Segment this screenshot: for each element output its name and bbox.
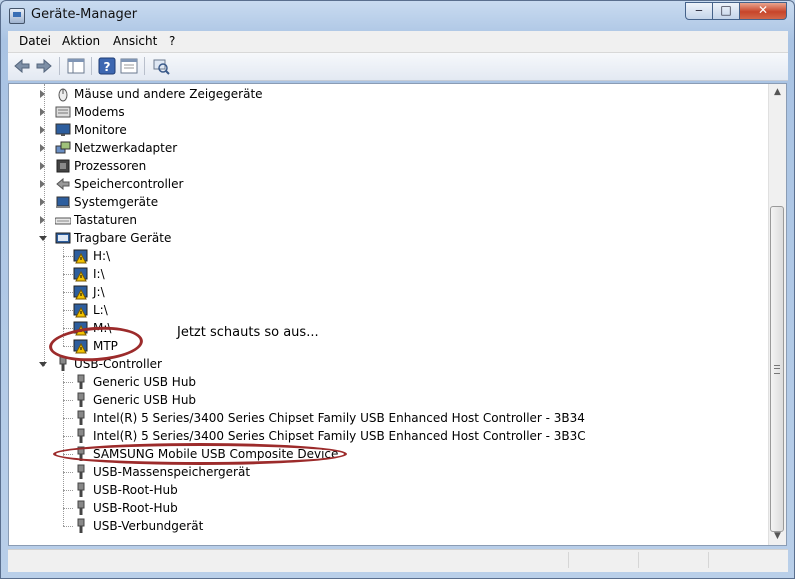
- tree-category-storage[interactable]: Speichercontroller: [9, 175, 769, 193]
- tree-device-l[interactable]: L:\: [9, 301, 769, 319]
- tree-usb-composite[interactable]: USB-Verbundgerät: [9, 517, 769, 535]
- back-arrow-icon[interactable]: [12, 56, 32, 76]
- tree-usb-intel-3b3c[interactable]: Intel(R) 5 Series/3400 Series Chipset Fa…: [9, 427, 769, 445]
- tree-usb-root-hub-2[interactable]: USB-Root-Hub: [9, 499, 769, 517]
- tree-usb-intel-3b34[interactable]: Intel(R) 5 Series/3400 Series Chipset Fa…: [9, 409, 769, 427]
- tree-device-i[interactable]: I:\: [9, 265, 769, 283]
- svg-text:?: ?: [104, 60, 111, 74]
- window-title: Geräte-Manager: [31, 7, 138, 22]
- usb-icon: [77, 518, 85, 533]
- tree-category-network[interactable]: Netzwerkadapter: [9, 139, 769, 157]
- scroll-down-arrow-icon[interactable]: ▼: [769, 528, 786, 545]
- forward-arrow-icon[interactable]: [34, 56, 54, 76]
- tree-device-j[interactable]: J:\: [9, 283, 769, 301]
- usb-icon: [77, 482, 85, 497]
- title-bar[interactable]: Geräte-Manager ‒ □ ✕: [1, 1, 794, 29]
- minimize-button[interactable]: ‒: [685, 2, 713, 20]
- monitor-icon: [55, 123, 71, 136]
- menu-bar: Datei Aktion Ansicht ?: [8, 31, 788, 53]
- scan-hardware-icon[interactable]: [151, 56, 171, 76]
- tree-category-system[interactable]: Systemgeräte: [9, 193, 769, 211]
- tree-category-monitors[interactable]: Monitore: [9, 121, 769, 139]
- menu-help[interactable]: ?: [169, 34, 175, 48]
- close-button[interactable]: ✕: [739, 2, 787, 20]
- device-tree[interactable]: Mäuse und andere Zeigegeräte Modems Moni…: [8, 83, 787, 546]
- usb-icon: [77, 392, 85, 407]
- device-manager-window: Geräte-Manager ‒ □ ✕ Datei Aktion Ansich…: [0, 0, 795, 579]
- usb-icon: [77, 500, 85, 515]
- maximize-button[interactable]: □: [712, 2, 740, 20]
- toolbar: ?: [8, 53, 788, 81]
- tree-device-h[interactable]: H:\: [9, 247, 769, 265]
- status-bar: [8, 549, 788, 572]
- tree-category-modems[interactable]: Modems: [9, 103, 769, 121]
- warning-device-icon: [73, 249, 88, 264]
- menu-aktion[interactable]: Aktion: [62, 34, 100, 48]
- tree-category-keyboards[interactable]: Tastaturen: [9, 211, 769, 229]
- mouse-icon: [58, 88, 68, 102]
- keyboard-icon: [55, 217, 71, 225]
- usb-icon: [77, 374, 85, 389]
- console-tree-icon[interactable]: [66, 56, 86, 76]
- network-adapter-icon: [55, 141, 71, 154]
- vertical-scrollbar[interactable]: ▲ ▼: [768, 84, 786, 545]
- tree-usb-root-hub-1[interactable]: USB-Root-Hub: [9, 481, 769, 499]
- warning-device-icon: [73, 303, 88, 318]
- usb-icon: [77, 464, 85, 479]
- warning-device-icon: [73, 267, 88, 282]
- tree-usb-mass-storage[interactable]: USB-Massenspeichergerät: [9, 463, 769, 481]
- processor-icon: [56, 159, 70, 173]
- tree-category-portable[interactable]: Tragbare Geräte: [9, 229, 769, 247]
- scrollbar-thumb[interactable]: [770, 206, 784, 532]
- properties-icon[interactable]: [119, 56, 139, 76]
- tree-category-processors[interactable]: Prozessoren: [9, 157, 769, 175]
- menu-ansicht[interactable]: Ansicht: [113, 34, 157, 48]
- system-device-icon: [56, 196, 70, 208]
- usb-icon: [77, 428, 85, 443]
- tree-category-mice[interactable]: Mäuse und andere Zeigegeräte: [9, 85, 769, 103]
- device-manager-icon: [9, 8, 25, 24]
- portable-device-icon: [55, 232, 71, 244]
- samsung-highlight-circle: [53, 443, 347, 465]
- usb-icon: [77, 410, 85, 425]
- annotation-text: Jetzt schauts so aus...: [177, 325, 319, 340]
- tree-usb-generic-hub-1[interactable]: Generic USB Hub: [9, 373, 769, 391]
- help-icon[interactable]: ?: [97, 56, 117, 76]
- scroll-up-arrow-icon[interactable]: ▲: [769, 84, 786, 101]
- menu-datei[interactable]: Datei: [19, 34, 51, 48]
- storage-controller-icon: [56, 177, 70, 191]
- tree-category-usb[interactable]: USB-Controller: [9, 355, 769, 373]
- modem-icon: [55, 106, 71, 118]
- tree-usb-generic-hub-2[interactable]: Generic USB Hub: [9, 391, 769, 409]
- warning-device-icon: [73, 285, 88, 300]
